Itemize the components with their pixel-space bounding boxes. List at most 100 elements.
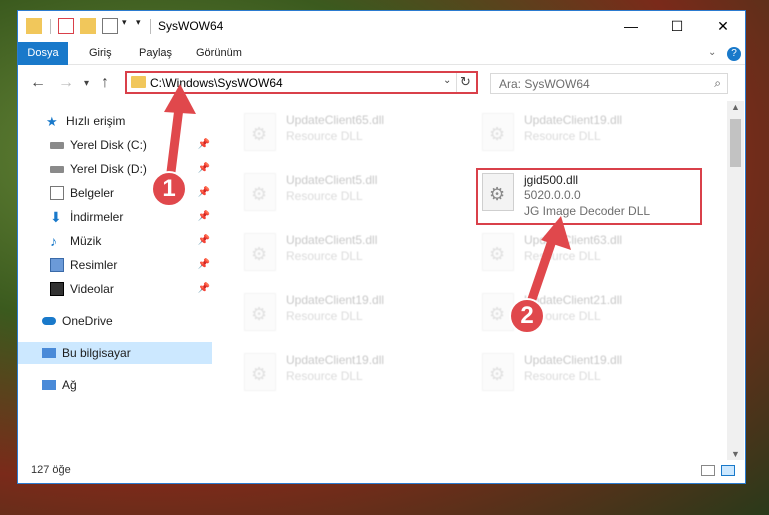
- drive-icon: [50, 141, 64, 149]
- scroll-down-icon[interactable]: ▼: [731, 449, 740, 459]
- videos-icon: [50, 282, 64, 296]
- divider: [150, 19, 151, 34]
- search-input[interactable]: Ara: SysWOW64: [499, 77, 590, 91]
- file-list: UpdateClient65.dll Resource DLL UpdateCl…: [214, 101, 726, 460]
- file-name: UpdateClient5.dll: [286, 233, 378, 247]
- address-path: C:\Windows\SysWOW64: [150, 76, 283, 90]
- sidebar-item-network[interactable]: Ağ: [18, 374, 212, 396]
- search-box[interactable]: Ara: SysWOW64 ⌕: [490, 73, 728, 94]
- sidebar-item-this-pc[interactable]: Bu bilgisayar: [18, 342, 212, 364]
- customize-toolbar-icon[interactable]: ▾: [136, 17, 141, 28]
- expand-ribbon-icon[interactable]: ⌄: [708, 47, 716, 58]
- sidebar-item-label: Yerel Disk (C:): [70, 138, 147, 152]
- chevron-down-icon[interactable]: ▾: [122, 17, 127, 28]
- details-view-icon[interactable]: [701, 465, 715, 476]
- cloud-icon: [42, 317, 56, 325]
- up-arrow-icon[interactable]: ↑: [101, 74, 109, 92]
- view-options-icon[interactable]: [102, 18, 118, 34]
- sidebar-item-label: Yerel Disk (D:): [70, 162, 147, 176]
- scroll-up-icon[interactable]: ▲: [731, 102, 740, 112]
- pin-icon[interactable]: 📌: [198, 139, 210, 150]
- dll-file-icon: [244, 113, 276, 151]
- back-arrow-icon[interactable]: ←: [30, 74, 46, 92]
- search-icon: ⌕: [714, 76, 721, 90]
- item-count: 127 öğe: [31, 464, 71, 476]
- address-dropdown-icon[interactable]: ⌄: [443, 75, 451, 86]
- divider: [50, 19, 51, 34]
- sidebar-item-onedrive[interactable]: OneDrive: [18, 310, 212, 332]
- refresh-icon[interactable]: ↻: [460, 74, 471, 90]
- dll-file-icon: [482, 233, 514, 271]
- sidebar-item-pictures[interactable]: Resimler 📌: [18, 254, 212, 276]
- file-description: Resource DLL: [286, 249, 363, 263]
- pin-icon[interactable]: 📌: [198, 187, 210, 198]
- file-item[interactable]: UpdateClient19.dll Resource DLL: [480, 347, 710, 401]
- file-item[interactable]: UpdateClient19.dll Resource DLL: [242, 287, 472, 341]
- tab-home[interactable]: Giriş: [89, 42, 112, 65]
- forward-arrow-icon[interactable]: →: [58, 74, 74, 92]
- file-item[interactable]: UpdateClient63.dll Resource DLL: [480, 227, 710, 281]
- new-folder-icon[interactable]: [80, 18, 96, 34]
- sidebar-item-quick-access[interactable]: ★ Hızlı erişim: [18, 110, 212, 132]
- sidebar-item-downloads[interactable]: ⬇ İndirmeler 📌: [18, 206, 212, 228]
- dll-file-icon: [244, 173, 276, 211]
- recent-locations-icon[interactable]: ▾: [84, 78, 89, 89]
- dll-file-icon: [244, 293, 276, 331]
- minimize-button[interactable]: —: [608, 11, 654, 41]
- file-item[interactable]: UpdateClient65.dll Resource DLL: [242, 107, 472, 161]
- pin-icon[interactable]: 📌: [198, 283, 210, 294]
- drive-icon: [50, 165, 64, 173]
- sidebar-item-label: Bu bilgisayar: [62, 346, 131, 360]
- minimize-icon: —: [624, 18, 638, 34]
- file-description: Resource DLL: [286, 129, 363, 143]
- folder-icon: [131, 76, 146, 88]
- pin-icon[interactable]: 📌: [198, 235, 210, 246]
- file-item[interactable]: UpdateClient5.dll Resource DLL: [242, 227, 472, 281]
- folder-icon: [26, 18, 42, 34]
- properties-icon[interactable]: [58, 18, 74, 34]
- sidebar-item-label: İndirmeler: [70, 210, 124, 224]
- dll-file-icon: [244, 353, 276, 391]
- file-description: Resource DLL: [524, 369, 601, 383]
- maximize-icon: ☐: [670, 17, 684, 34]
- file-item[interactable]: UpdateClient5.dll Resource DLL: [242, 167, 472, 221]
- close-icon: ✕: [717, 17, 729, 34]
- maximize-button[interactable]: ☐: [654, 11, 700, 41]
- ribbon: Dosya Giriş Paylaş Görünüm ⌄ ?: [18, 42, 745, 65]
- sidebar-item-local-disk-c[interactable]: Yerel Disk (C:) 📌: [18, 134, 212, 156]
- file-name: UpdateClient19.dll: [524, 353, 623, 367]
- large-icons-view-icon[interactable]: [721, 465, 735, 476]
- pin-icon[interactable]: 📌: [198, 211, 210, 222]
- dll-file-icon: [482, 353, 514, 391]
- network-icon: [42, 380, 56, 390]
- close-button[interactable]: ✕: [700, 11, 746, 41]
- file-description: Resource DLL: [286, 369, 363, 383]
- sidebar-item-videos[interactable]: Videolar 📌: [18, 278, 212, 300]
- download-icon: ⬇: [50, 209, 62, 225]
- address-bar[interactable]: C:\Windows\SysWOW64 ⌄ ↻: [125, 71, 478, 94]
- file-description: Resource DLL: [286, 189, 363, 203]
- pin-icon[interactable]: 📌: [198, 259, 210, 270]
- tab-view[interactable]: Görünüm: [196, 42, 242, 65]
- file-item[interactable]: UpdateClient19.dll Resource DLL: [480, 107, 710, 161]
- file-name: UpdateClient65.dll: [286, 113, 385, 127]
- file-item[interactable]: UpdateClient19.dll Resource DLL: [242, 347, 472, 401]
- sidebar-item-label: Müzik: [70, 234, 102, 248]
- pin-icon[interactable]: 📌: [198, 163, 210, 174]
- vertical-scrollbar[interactable]: ▲ ▼: [727, 101, 744, 460]
- tab-share[interactable]: Paylaş: [139, 42, 172, 65]
- sidebar-item-music[interactable]: ♪ Müzik 📌: [18, 230, 212, 252]
- explorer-window: ▾ ▾ SysWOW64 — ☐ ✕ Dosya Giriş Paylaş Gö…: [17, 10, 746, 484]
- window-title: SysWOW64: [158, 19, 224, 33]
- file-description: Resource DLL: [524, 249, 601, 263]
- tab-file[interactable]: Dosya: [18, 42, 68, 65]
- dll-file-icon: [244, 233, 276, 271]
- file-name: UpdateClient19.dll: [524, 113, 623, 127]
- step-badge-2: 2: [509, 298, 545, 334]
- sidebar-item-label: Belgeler: [70, 186, 115, 200]
- scrollbar-thumb[interactable]: [730, 119, 741, 167]
- file-name: UpdateClient5.dll: [286, 173, 378, 187]
- file-description: Resource DLL: [286, 309, 363, 323]
- help-icon[interactable]: ?: [727, 47, 741, 61]
- computer-icon: [42, 348, 56, 358]
